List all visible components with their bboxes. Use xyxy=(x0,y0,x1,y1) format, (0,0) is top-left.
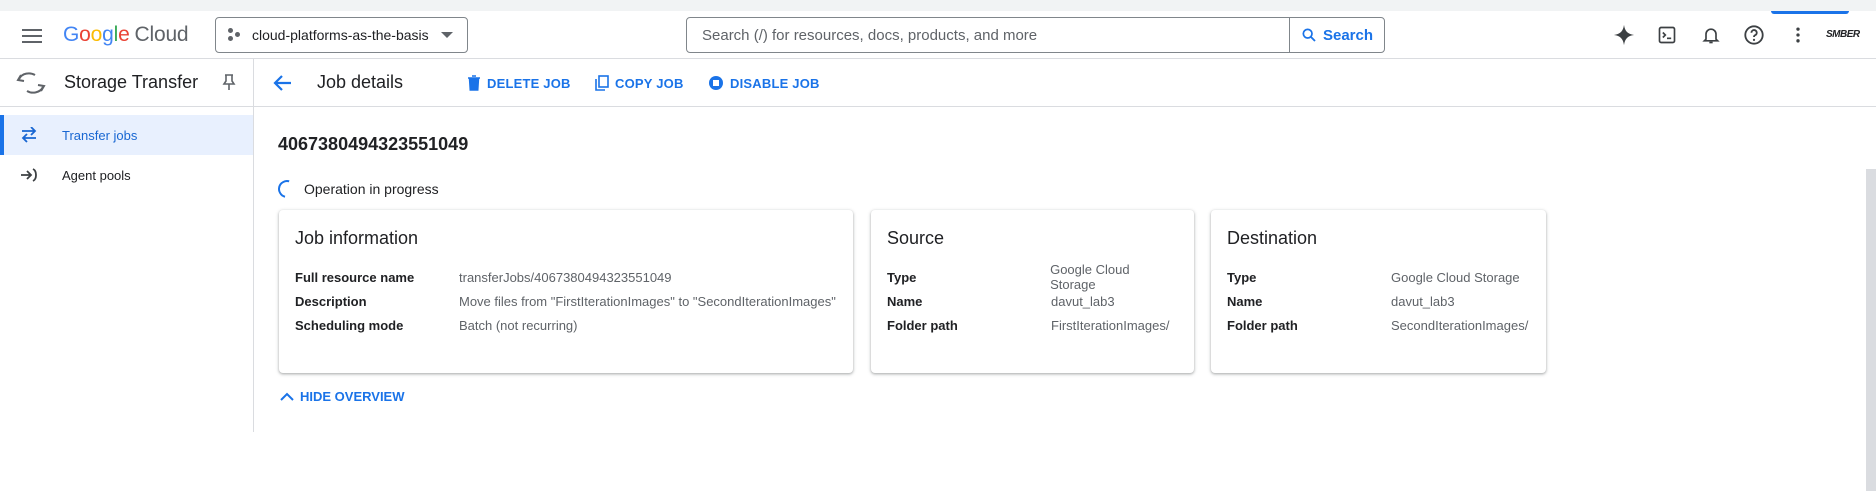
copy-job-label: COPY JOB xyxy=(615,75,684,91)
disable-job-label: DISABLE JOB xyxy=(730,75,820,91)
notifications-icon[interactable] xyxy=(1699,23,1723,47)
back-arrow-icon[interactable] xyxy=(271,71,295,95)
progress-spinner-icon xyxy=(274,176,300,202)
operation-status: Operation in progress xyxy=(274,176,439,202)
detail-row: Name davut_lab3 xyxy=(887,289,1178,313)
status-text: Operation in progress xyxy=(304,181,439,197)
more-vert-icon[interactable] xyxy=(1786,23,1810,47)
detail-value: transferJobs/4067380494323551049 xyxy=(459,269,672,285)
stop-circle-icon xyxy=(709,76,723,90)
project-picker[interactable]: cloud-platforms-as-the-basis xyxy=(215,17,468,53)
delete-job-label: DELETE JOB xyxy=(487,75,571,91)
sidebar-item-transfer-jobs[interactable]: Transfer jobs xyxy=(0,115,253,155)
project-name: cloud-platforms-as-the-basis xyxy=(252,27,429,43)
detail-key: Name xyxy=(887,293,923,309)
copy-icon xyxy=(595,75,609,91)
card-title: Job information xyxy=(295,228,419,248)
copy-job-button[interactable]: COPY JOB xyxy=(595,75,684,91)
transfer-arrows-icon xyxy=(21,127,37,143)
job-id-heading: 4067380494323551049 xyxy=(278,134,469,154)
destination-card: Destination Type Google Cloud Storage Na… xyxy=(1211,210,1546,373)
top-bar: Google Cloud cloud-platforms-as-the-basis… xyxy=(0,0,1876,59)
hide-overview-button[interactable]: HIDE OVERVIEW xyxy=(280,389,405,404)
main-menu-icon[interactable] xyxy=(20,25,44,49)
detail-key: Type xyxy=(1227,269,1257,285)
card-title: Destination xyxy=(1227,228,1318,248)
account-tab-edge[interactable] xyxy=(1771,11,1849,14)
detail-value: FirstIterationImages/ xyxy=(1051,317,1170,333)
project-dots-icon xyxy=(228,28,242,42)
logo-letter: o xyxy=(79,23,91,46)
sidebar-item-label: Agent pools xyxy=(62,167,131,183)
sidebar-item-agent-pools[interactable]: Agent pools xyxy=(0,155,253,195)
detail-row: Folder path FirstIterationImages/ xyxy=(887,313,1178,337)
search-icon xyxy=(1302,28,1316,42)
left-nav: Storage Transfer Transfer jobs Agent poo… xyxy=(0,59,254,432)
hide-overview-label: HIDE OVERVIEW xyxy=(300,389,405,404)
detail-key: Folder path xyxy=(1227,317,1298,333)
detail-row: Name davut_lab3 xyxy=(1227,289,1530,313)
detail-row: Full resource name transferJobs/40673804… xyxy=(295,265,837,289)
search-button-label: Search xyxy=(1322,26,1374,44)
product-header: Storage Transfer xyxy=(0,59,253,107)
detail-row: Type Google Cloud Storage xyxy=(887,262,1178,292)
detail-value: Google Cloud Storage xyxy=(1050,262,1130,292)
detail-row: Scheduling mode Batch (not recurring) xyxy=(295,313,837,337)
detail-value: davut_lab3 xyxy=(1391,293,1455,309)
detail-key: Scheduling mode xyxy=(295,317,404,333)
search-bar: Search xyxy=(686,17,1385,53)
logo-suffix: Cloud xyxy=(134,23,189,46)
google-cloud-logo[interactable]: Google Cloud xyxy=(63,23,189,47)
detail-value: SecondIterationImages/ xyxy=(1391,317,1529,333)
logo-letter: g xyxy=(102,23,114,46)
pin-icon[interactable] xyxy=(221,73,237,91)
detail-key: Description xyxy=(295,293,367,309)
detail-row: Type Google Cloud Storage xyxy=(1227,265,1530,289)
source-card: Source Type Google Cloud Storage Name da… xyxy=(871,210,1194,373)
storage-transfer-icon xyxy=(16,71,46,94)
detail-value: Batch (not recurring) xyxy=(459,317,578,333)
detail-key: Name xyxy=(1227,293,1263,309)
search-input[interactable] xyxy=(687,18,1289,52)
trash-icon xyxy=(468,75,480,91)
main-content: Job details DELETE JOB COPY JOB DISABLE … xyxy=(254,59,1876,491)
chevron-up-icon xyxy=(280,392,294,401)
detail-row: Folder path SecondIterationImages/ xyxy=(1227,313,1530,337)
detail-key: Folder path xyxy=(887,317,958,333)
delete-job-button[interactable]: DELETE JOB xyxy=(467,75,571,91)
detail-key: Full resource name xyxy=(295,269,415,285)
sidebar-item-label: Transfer jobs xyxy=(62,127,138,143)
gemini-spark-icon[interactable] xyxy=(1612,23,1636,47)
detail-value: Move files from "FirstIterationImages" t… xyxy=(459,293,836,309)
account-avatar[interactable]: SMBER xyxy=(1826,29,1860,40)
logo-letter: o xyxy=(90,23,103,46)
help-icon[interactable] xyxy=(1742,23,1766,47)
vertical-scrollbar[interactable] xyxy=(1866,169,1876,491)
disable-job-button[interactable]: DISABLE JOB xyxy=(708,75,820,91)
action-bar: Job details DELETE JOB COPY JOB DISABLE … xyxy=(254,59,1876,107)
agent-pools-icon xyxy=(21,168,37,182)
caret-down-icon xyxy=(441,32,453,38)
logo-letter: e xyxy=(118,23,130,46)
job-information-card: Job information Full resource name trans… xyxy=(279,210,853,373)
logo-letter: G xyxy=(63,23,80,46)
detail-key: Type xyxy=(887,269,917,285)
detail-value: Google Cloud Storage xyxy=(1391,269,1520,285)
page-title: Job details xyxy=(317,72,404,92)
cloud-shell-icon[interactable] xyxy=(1655,23,1679,47)
product-title: Storage Transfer xyxy=(64,72,199,92)
card-title: Source xyxy=(887,228,945,248)
search-button[interactable]: Search xyxy=(1289,18,1384,52)
detail-row: Description Move files from "FirstIterat… xyxy=(295,289,837,313)
detail-value: davut_lab3 xyxy=(1051,293,1115,309)
